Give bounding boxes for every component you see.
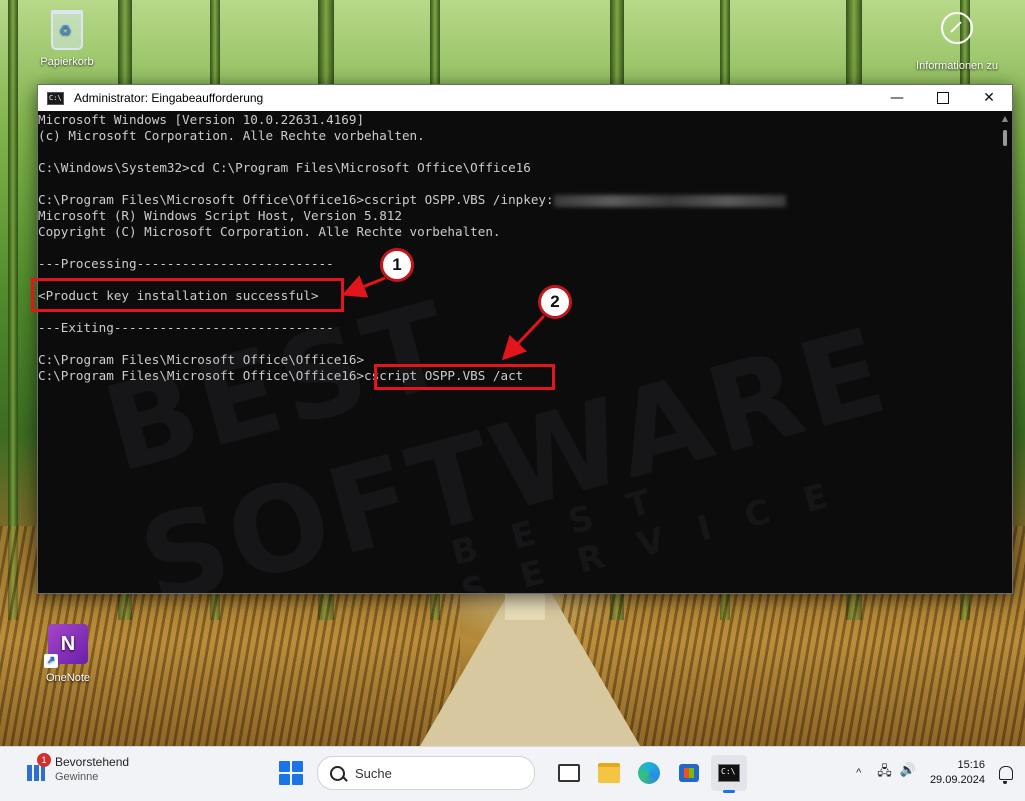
taskbar-search-box[interactable]: Suche — [317, 756, 535, 790]
widget-subtitle: Gewinne — [55, 771, 99, 783]
clock-time: 15:16 — [957, 759, 985, 771]
search-icon — [330, 765, 345, 781]
file-explorer-button[interactable] — [591, 755, 627, 791]
system-tray: ^ 🖧 🔊 15:16 29.09.2024 — [856, 755, 1013, 791]
task-view-button[interactable] — [551, 755, 587, 791]
widget-title: Bevorstehend — [55, 755, 130, 769]
store-icon — [679, 764, 699, 782]
start-button[interactable] — [279, 761, 303, 785]
notification-bell-icon[interactable] — [999, 766, 1013, 784]
clock-date: 29.09.2024 — [929, 774, 985, 786]
clock[interactable]: 15:16 29.09.2024 — [930, 758, 985, 788]
step-badge-2: 2 — [538, 285, 572, 319]
taskbar: 1 Bevorstehend Gewinne Suche C:\ ^ 🖧 🔊 1… — [0, 746, 1025, 801]
command-prompt-taskbar-button[interactable]: C:\ — [711, 755, 747, 793]
volume-icon[interactable]: 🔊 — [900, 762, 916, 784]
widget-notification-badge: 1 — [37, 753, 51, 767]
cmd-icon: C:\ — [718, 764, 740, 782]
task-view-icon — [558, 764, 580, 782]
step-badge-1: 1 — [380, 248, 414, 282]
annotation-arrows — [341, 275, 546, 361]
arrow-2 — [501, 314, 546, 361]
widgets-button[interactable]: 1 Bevorstehend Gewinne — [25, 753, 130, 783]
folder-icon — [598, 763, 620, 783]
microsoft-store-button[interactable] — [671, 755, 707, 791]
network-icon[interactable]: 🖧 — [877, 762, 892, 784]
edge-browser-icon — [638, 762, 660, 784]
arrow-1 — [341, 275, 386, 298]
search-placeholder: Suche — [355, 765, 392, 781]
stocks-widget-icon: 1 — [25, 753, 51, 781]
show-hidden-icons-chevron-icon[interactable]: ^ — [856, 767, 861, 779]
edge-button[interactable] — [631, 755, 667, 791]
